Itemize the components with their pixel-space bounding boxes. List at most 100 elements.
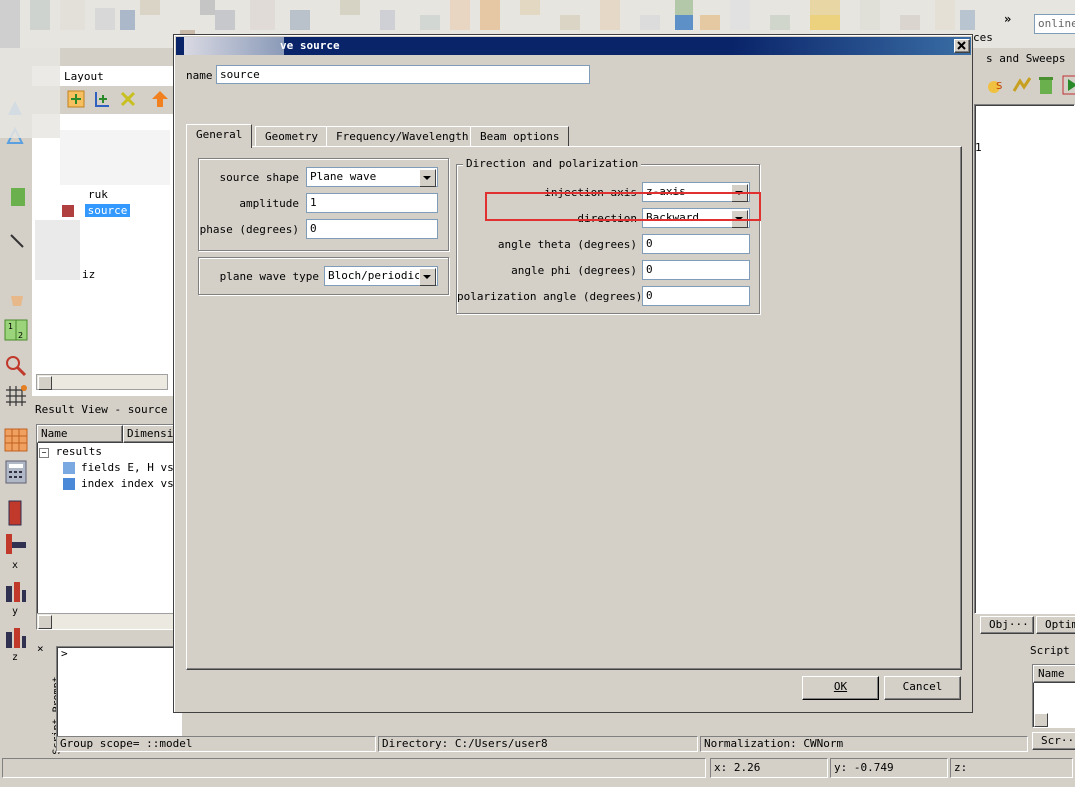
group-scope-status: Group scope= ::model bbox=[56, 736, 376, 752]
sweeps-toolbar: S bbox=[974, 72, 1075, 98]
chevron-down-icon bbox=[419, 268, 436, 286]
svg-text:2: 2 bbox=[18, 331, 23, 340]
view-x-icon[interactable] bbox=[4, 532, 26, 554]
axis-x-label: x bbox=[12, 560, 19, 571]
view-z-icon[interactable] bbox=[4, 626, 26, 648]
tab-general[interactable]: General bbox=[186, 124, 253, 148]
angle-phi-label: angle phi (degrees) bbox=[511, 264, 637, 277]
split-view-icon[interactable]: 12 bbox=[4, 318, 28, 341]
source-parameters-group: source shape Plane wave amplitude 1 phas… bbox=[198, 158, 449, 251]
edit-source-dialog: ve source name source General Geometry F… bbox=[173, 34, 973, 713]
angle-theta-highlight bbox=[485, 192, 761, 221]
bucket-icon[interactable] bbox=[8, 184, 28, 206]
pointer-icon[interactable] bbox=[8, 232, 28, 252]
name-label: name bbox=[186, 69, 213, 82]
y-coordinate: y: -0.749 bbox=[830, 758, 948, 778]
dialog-title-bar[interactable]: ve source bbox=[176, 37, 971, 55]
sweeps-list[interactable]: 1 bbox=[974, 104, 1075, 614]
name-input[interactable]: source bbox=[216, 65, 590, 84]
phase-input[interactable]: 0 bbox=[306, 219, 438, 239]
view-y-icon[interactable] bbox=[4, 580, 26, 602]
script-prompt-close-icon[interactable]: × bbox=[37, 642, 44, 655]
svg-text:1: 1 bbox=[8, 322, 13, 331]
plane-wave-type-label: plane wave type bbox=[219, 270, 319, 283]
left-toolbar: 12 x y z bbox=[0, 48, 32, 678]
tree-item-source[interactable]: source bbox=[62, 204, 131, 217]
dialog-close-button[interactable] bbox=[954, 39, 970, 53]
chevron-down-icon bbox=[419, 169, 436, 187]
source-icon bbox=[62, 205, 74, 217]
delete-object-icon[interactable] bbox=[118, 89, 138, 109]
calculator-icon[interactable] bbox=[4, 460, 27, 484]
script-workspace: Script W Name Scr··· bbox=[1028, 640, 1075, 750]
result-scrollbar[interactable] bbox=[37, 613, 173, 629]
sweep-icon[interactable]: S bbox=[986, 75, 1006, 95]
zoom-icon[interactable] bbox=[4, 354, 27, 377]
tree-scrollbar[interactable] bbox=[36, 374, 168, 390]
result-view-list[interactable]: Name Dimensio − results fields E, H vs :… bbox=[36, 424, 187, 630]
col-dimension-header[interactable]: Dimensio bbox=[123, 425, 175, 443]
tree-item-partial[interactable]: ruk bbox=[72, 188, 108, 201]
top-tab-fragment[interactable]: ces bbox=[973, 31, 993, 44]
more-chevron[interactable]: » bbox=[1004, 12, 1022, 36]
tab-geometry[interactable]: Geometry bbox=[255, 126, 328, 147]
tab-objects[interactable]: Obj··· bbox=[980, 616, 1034, 634]
plane-wave-type-select[interactable]: Bloch/periodic bbox=[324, 266, 438, 286]
angle-theta-input[interactable]: 0 bbox=[642, 234, 750, 254]
layout-label: Layout bbox=[64, 70, 104, 83]
right-area: s and Sweeps S 1 Obj··· Optim Script W N… bbox=[974, 48, 1075, 750]
tree-item-z[interactable]: iz bbox=[82, 268, 95, 281]
matrix-icon bbox=[63, 478, 75, 490]
tab-content-panel: source shape Plane wave amplitude 1 phas… bbox=[186, 146, 962, 670]
matrix-icon bbox=[63, 462, 75, 474]
dialog-title: ve source bbox=[280, 39, 340, 52]
z-coordinate: z: bbox=[950, 758, 1073, 778]
script-workspace-title: Script W bbox=[1030, 644, 1075, 657]
table-icon[interactable] bbox=[4, 428, 28, 452]
tab-frequency-wavelength[interactable]: Frequency/Wavelength bbox=[326, 126, 479, 147]
trash-icon[interactable] bbox=[1036, 75, 1056, 95]
angle-phi-input[interactable]: 0 bbox=[642, 260, 750, 280]
coordinate-bar: x: 2.26 y: -0.749 z: bbox=[0, 756, 1075, 780]
results-root[interactable]: − results bbox=[39, 445, 102, 458]
result-view-panel: Result View - source Name Dimensio − res… bbox=[32, 400, 187, 636]
cancel-button[interactable]: Cancel bbox=[884, 676, 961, 700]
script-name-col[interactable]: Name bbox=[1033, 665, 1075, 683]
phase-label: phase (degrees) bbox=[199, 223, 299, 236]
tab-beam-options[interactable]: Beam options bbox=[470, 126, 570, 147]
hand-icon[interactable] bbox=[8, 294, 28, 314]
add-object-icon[interactable] bbox=[66, 89, 86, 109]
source-shape-select[interactable]: Plane wave bbox=[306, 167, 438, 187]
script-prompt-input[interactable]: > bbox=[56, 646, 182, 742]
close-icon bbox=[957, 41, 966, 50]
polarization-angle-label: polarization angle (degrees) bbox=[457, 290, 643, 303]
amplitude-input[interactable]: 1 bbox=[306, 193, 438, 213]
run-sweep-icon[interactable] bbox=[1062, 75, 1075, 95]
optimize-icon[interactable] bbox=[1012, 75, 1032, 95]
ok-button[interactable]: OK bbox=[802, 676, 879, 700]
move-up-icon[interactable] bbox=[150, 89, 170, 109]
direction-group-title: Direction and polarization bbox=[463, 157, 642, 170]
tab-optim[interactable]: Optim bbox=[1036, 616, 1075, 634]
result-row-index[interactable]: index index vs bbox=[63, 477, 174, 490]
x-coordinate: x: 2.26 bbox=[710, 758, 828, 778]
online-search-input[interactable]: online bbox=[1034, 14, 1075, 34]
normalization-status: Normalization: CWNorm bbox=[700, 736, 1028, 752]
svg-text:S: S bbox=[996, 81, 1002, 92]
sweeps-tab-fragment[interactable]: s and Sweeps bbox=[986, 52, 1065, 65]
directory-status: Directory: C:/Users/user8 bbox=[378, 736, 698, 752]
grid-icon[interactable] bbox=[4, 384, 27, 406]
source-shape-label: source shape bbox=[219, 171, 299, 184]
amplitude-label: amplitude bbox=[239, 197, 299, 210]
result-row-fields[interactable]: fields E, H vs : bbox=[63, 461, 187, 474]
angle-theta-label: angle theta (degrees) bbox=[497, 238, 637, 251]
axis-y-label: y bbox=[12, 606, 19, 617]
add-group-icon[interactable] bbox=[92, 89, 112, 109]
axis-z-label: z bbox=[12, 652, 19, 663]
view-red-icon[interactable] bbox=[6, 500, 26, 526]
col-name-header[interactable]: Name bbox=[37, 425, 123, 443]
direction-polarization-group: Direction and polarization injection axi… bbox=[456, 157, 760, 314]
plane-wave-type-group: plane wave type Bloch/periodic bbox=[198, 257, 449, 295]
polarization-angle-input[interactable]: 0 bbox=[642, 286, 750, 306]
status-bar: Group scope= ::model Directory: C:/Users… bbox=[56, 736, 1075, 752]
